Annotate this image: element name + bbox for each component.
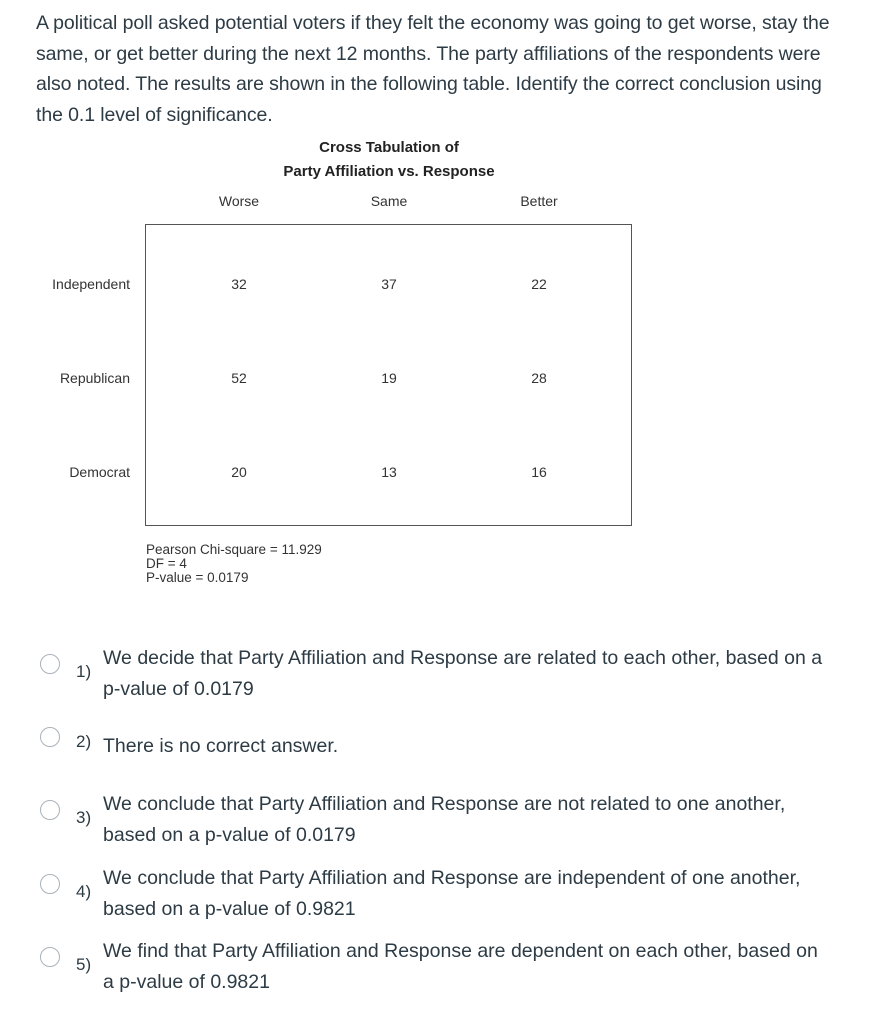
option-number: 3) bbox=[76, 808, 92, 827]
test-statistics: Pearson Chi-square = 11.929 DF = 4 P-val… bbox=[146, 543, 322, 585]
row-header-republican: Republican bbox=[59, 370, 130, 386]
table-cell: 20 bbox=[231, 464, 247, 480]
option-label[interactable]: We decide that Party Affiliation and Res… bbox=[103, 643, 823, 704]
table-title-line2: Party Affiliation vs. Response bbox=[283, 163, 495, 180]
radio-button[interactable] bbox=[40, 654, 60, 674]
df-stat: DF = 4 bbox=[146, 556, 187, 571]
p-value-stat: P-value = 0.0179 bbox=[146, 570, 249, 585]
table-cell: 52 bbox=[231, 370, 247, 386]
chi-square-stat: Pearson Chi-square = 11.929 bbox=[146, 542, 322, 557]
option-number: 2) bbox=[76, 732, 92, 751]
table-cell: 13 bbox=[381, 464, 397, 480]
option-number: 4) bbox=[76, 882, 92, 901]
table-cell: 32 bbox=[231, 276, 247, 292]
table-title-line1: Cross Tabulation of bbox=[319, 139, 459, 156]
table-cell: 19 bbox=[381, 370, 397, 386]
option-label[interactable]: There is no correct answer. bbox=[103, 731, 823, 762]
option-number: 5) bbox=[76, 955, 92, 974]
question-text: A political poll asked potential voters … bbox=[36, 12, 830, 126]
table-cell: 16 bbox=[531, 464, 547, 480]
row-header-democrat: Democrat bbox=[69, 464, 130, 480]
radio-button[interactable] bbox=[40, 727, 60, 747]
radio-button[interactable] bbox=[40, 874, 60, 894]
table-cell: 22 bbox=[531, 276, 547, 292]
column-header-worse: Worse bbox=[218, 193, 260, 209]
column-header-better: Better bbox=[520, 193, 558, 209]
option-label[interactable]: We find that Party Affiliation and Respo… bbox=[103, 936, 823, 997]
table-cell: 37 bbox=[381, 276, 397, 292]
radio-button[interactable] bbox=[40, 800, 60, 820]
radio-button[interactable] bbox=[40, 947, 60, 967]
option-number: 1) bbox=[76, 662, 92, 681]
table-cell: 28 bbox=[531, 370, 547, 386]
column-header-same: Same bbox=[370, 193, 408, 209]
row-header-independent: Independent bbox=[52, 276, 130, 292]
option-label[interactable]: We conclude that Party Affiliation and R… bbox=[103, 789, 823, 850]
option-label[interactable]: We conclude that Party Affiliation and R… bbox=[103, 863, 823, 924]
